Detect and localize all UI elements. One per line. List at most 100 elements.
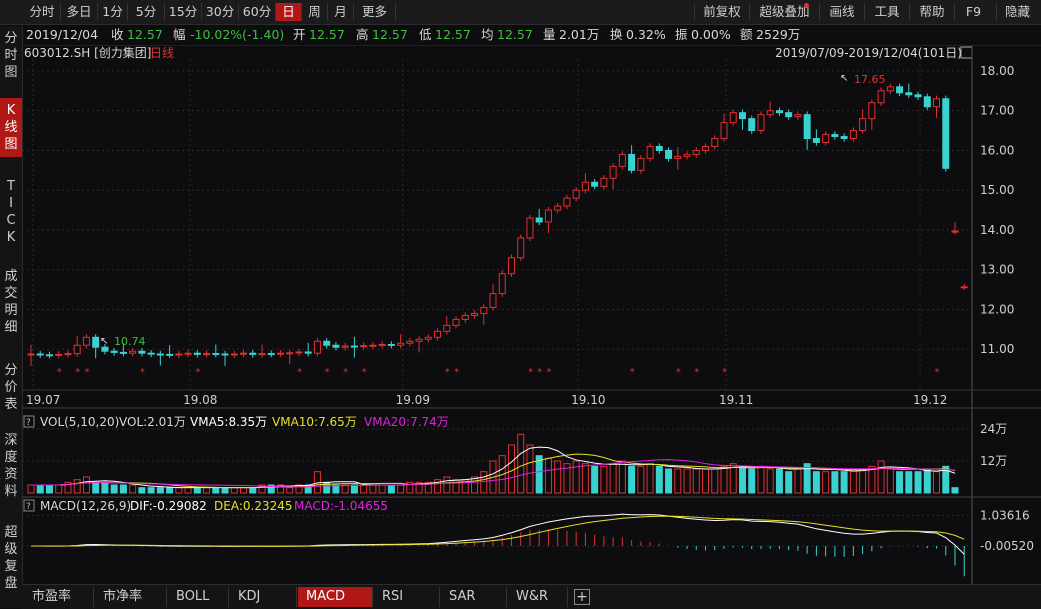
period-tab[interactable]: 多日: [61, 3, 98, 21]
toolbar-button[interactable]: 前复权: [694, 3, 749, 21]
volume-bar: [748, 468, 756, 494]
period-tab[interactable]: 更多: [354, 3, 396, 21]
indicator-tab[interactable]: 市盈率: [24, 587, 94, 607]
volume-bar: [147, 487, 155, 494]
candle-body: [175, 353, 183, 356]
candle-body: [489, 293, 497, 308]
vol-y-tick: 12万: [980, 454, 1007, 468]
x-tick-label: 19.10: [571, 393, 605, 407]
candle-body: [258, 353, 266, 356]
toolbar-button[interactable]: 帮助: [909, 3, 954, 21]
candle-body: [905, 92, 913, 96]
candle-body: [295, 351, 303, 354]
amplitude-value: 0.00%: [691, 27, 731, 42]
volume-bar: [766, 468, 774, 494]
period-tab[interactable]: 分时: [24, 3, 61, 21]
indicator-tab[interactable]: KDJ: [230, 587, 297, 607]
side-tab[interactable]: 分价表: [0, 362, 22, 413]
x-tick-label: 19.11: [719, 393, 753, 407]
candle-body: [471, 312, 479, 316]
candle-body: [92, 336, 100, 348]
volume-bar: [868, 465, 876, 494]
amount-value: 2529万: [756, 27, 801, 42]
volume-bar: [36, 484, 44, 494]
y-tick-label: 12.00: [980, 302, 1014, 316]
quote-line: 2019/12/04 收 12.57 幅 -10.02%(-1.40) 开 12…: [0, 25, 1041, 45]
candle-body: [203, 353, 211, 356]
y-tick-label: 17.00: [980, 104, 1014, 118]
side-tab[interactable]: 深度资料: [0, 432, 22, 500]
turnover-value: 0.32%: [626, 27, 666, 42]
volume-bar: [82, 476, 90, 494]
indicator-tab[interactable]: 市净率: [95, 587, 167, 607]
side-tab[interactable]: TICK: [0, 178, 22, 246]
candle-body: [794, 114, 802, 118]
indicator-tab[interactable]: RSI: [374, 587, 440, 607]
period-tab[interactable]: 月: [328, 3, 354, 21]
period-tab[interactable]: 5分: [128, 3, 165, 21]
candle-body: [692, 149, 700, 155]
candle-body: [73, 344, 81, 355]
candle-body: [240, 352, 248, 355]
side-tab[interactable]: 分时图: [0, 30, 22, 81]
candle-body: [119, 351, 127, 354]
y-tick-label: 18.00: [980, 64, 1014, 78]
candle-body: [406, 340, 414, 344]
candle-body: [507, 257, 515, 275]
signal-star-icon: *: [325, 367, 330, 378]
candle-body: [434, 330, 442, 338]
low-label: 低: [419, 27, 432, 42]
low-marker: 10.74: [114, 335, 146, 348]
candle-body: [397, 342, 405, 346]
candle-body: [526, 217, 534, 239]
period-tab[interactable]: 30分: [202, 3, 239, 21]
x-tick-label: 19.09: [396, 393, 430, 407]
volume-bar: [896, 471, 904, 494]
volume-bar: [914, 471, 922, 494]
volume-bar: [360, 484, 368, 494]
candle-body: [803, 114, 811, 140]
indicator-tab[interactable]: MACD: [298, 587, 373, 607]
side-tab[interactable]: 成交明细: [0, 268, 22, 336]
signal-star-icon: *: [195, 367, 200, 378]
side-tab[interactable]: 超级复盘: [0, 524, 22, 592]
signal-star-icon: *: [57, 367, 62, 378]
toolbar-button[interactable]: 隐藏: [996, 3, 1038, 21]
period-tab[interactable]: 1分: [98, 3, 128, 21]
period-tab[interactable]: 60分: [239, 3, 276, 21]
kline-chart-area[interactable]: 603012.SH [创力集团]日线 2019/07/09-2019/12/04(…: [22, 45, 1041, 584]
macd-header: MACD(12,26,9): [40, 499, 131, 513]
signal-star-icon: *: [694, 367, 699, 378]
toolbar-button[interactable]: F9: [954, 3, 992, 21]
candle-body: [45, 354, 53, 357]
candle-body: [618, 153, 626, 167]
toolbar-button[interactable]: 画线: [819, 3, 864, 21]
volume-bar: [119, 484, 127, 494]
indicator-tab[interactable]: W&R: [508, 587, 568, 607]
volume-bar: [129, 484, 137, 494]
period-tab[interactable]: 15分: [165, 3, 202, 21]
indicator-tab[interactable]: SAR: [441, 587, 507, 607]
volume-bar: [923, 468, 931, 494]
date-range: 2019/07/09-2019/12/04(101日): [775, 46, 962, 60]
toolbar-button[interactable]: 工具: [864, 3, 909, 21]
candle-body: [775, 110, 783, 114]
candle-body: [702, 145, 710, 151]
macd-y-tick: -0.00520: [980, 539, 1034, 553]
candle-body: [461, 314, 469, 320]
candle-body: [831, 134, 839, 138]
side-tab[interactable]: K线图: [0, 98, 22, 157]
period-tab[interactable]: 周: [302, 3, 328, 21]
macd-value: MACD:-1.04655: [294, 499, 388, 513]
close-label: 收: [111, 27, 124, 42]
signal-star-icon: *: [546, 367, 551, 378]
period-tab[interactable]: 日: [276, 3, 302, 21]
indicator-tab[interactable]: BOLL: [168, 587, 229, 607]
candle-body: [766, 110, 774, 116]
volume-bar: [951, 487, 959, 494]
candle-body: [147, 352, 155, 355]
add-indicator-button[interactable]: +: [574, 589, 590, 605]
candle-body: [313, 340, 321, 354]
volume-bar: [350, 484, 358, 494]
vol-value: VOL:2.01万: [119, 415, 186, 429]
